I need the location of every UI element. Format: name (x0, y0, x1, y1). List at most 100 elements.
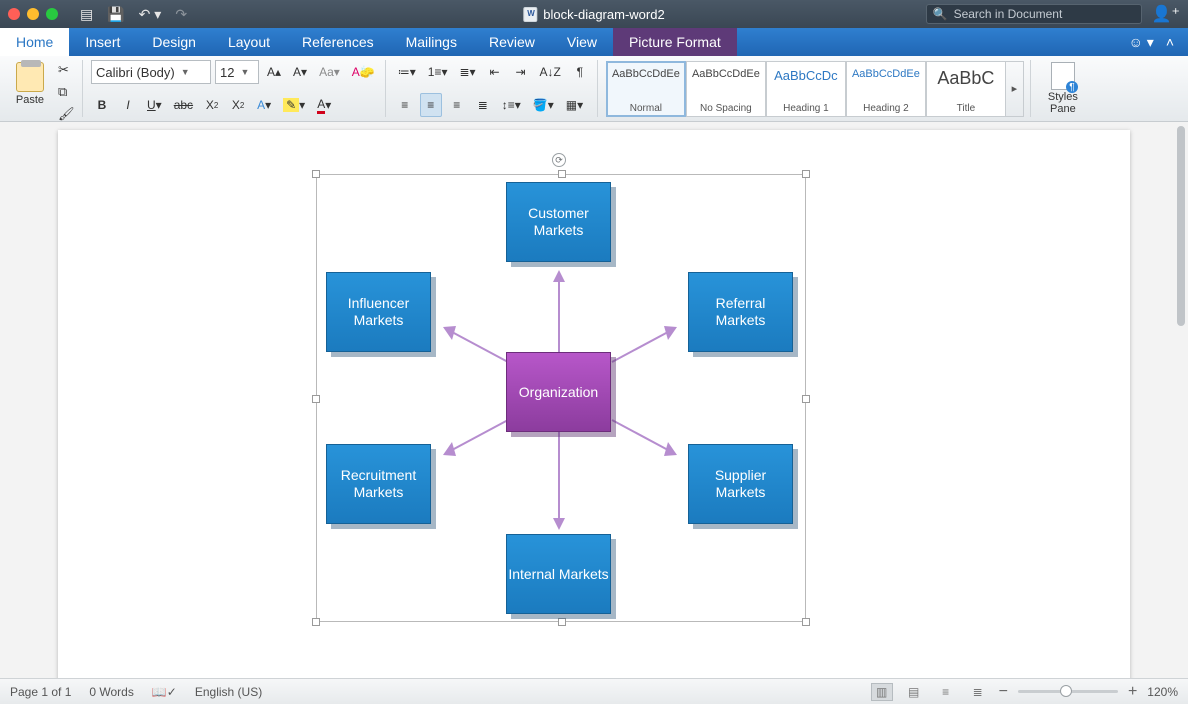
font-color-button[interactable]: A▾ (313, 93, 335, 117)
paste-label: Paste (16, 94, 44, 106)
strikethrough-button[interactable]: abc (170, 93, 197, 117)
spellcheck-icon[interactable]: 📖✓ (152, 685, 177, 699)
italic-button[interactable]: I (117, 93, 139, 117)
word-count[interactable]: 0 Words (89, 685, 133, 699)
style-heading-2[interactable]: AaBbCcDdEeHeading 2 (846, 61, 926, 117)
scroll-thumb[interactable] (1177, 126, 1185, 326)
document-workspace[interactable]: ⟳ Organization Custom (0, 122, 1188, 678)
multilevel-list-button[interactable]: ≣▾ (455, 60, 479, 84)
align-center-button[interactable]: ≡ (420, 93, 442, 117)
feedback-icon[interactable]: ☺ ▾ (1129, 34, 1154, 51)
maximize-window-button[interactable] (46, 8, 58, 20)
handle-s[interactable] (558, 618, 566, 626)
tab-references[interactable]: References (286, 28, 390, 56)
new-doc-icon[interactable]: ▤ (80, 6, 93, 23)
handle-n[interactable] (558, 170, 566, 178)
line-spacing-button[interactable]: ↕≡▾ (498, 93, 525, 117)
style-normal[interactable]: AaBbCcDdEeNormal (606, 61, 686, 117)
zoom-level[interactable]: 120% (1147, 685, 1178, 699)
tab-insert[interactable]: Insert (69, 28, 136, 56)
bold-button[interactable]: B (91, 93, 113, 117)
style-heading-1[interactable]: AaBbCcDcHeading 1 (766, 61, 846, 117)
font-name-combo[interactable]: Calibri (Body)▼ (91, 60, 211, 84)
show-marks-button[interactable]: ¶ (569, 60, 591, 84)
bullets-button[interactable]: ≔▾ (394, 60, 420, 84)
change-case-button[interactable]: Aa▾ (315, 60, 344, 84)
print-layout-view-button[interactable]: ▥ (871, 683, 893, 701)
font-size-combo[interactable]: 12▼ (215, 60, 259, 84)
rotate-handle[interactable]: ⟳ (552, 153, 566, 167)
handle-e[interactable] (802, 395, 810, 403)
style-title[interactable]: AaBbCTitle (926, 61, 1006, 117)
align-right-button[interactable]: ≡ (446, 93, 468, 117)
node-organization[interactable]: Organization (506, 352, 611, 432)
share-icon[interactable]: 👤⁺ (1152, 4, 1180, 24)
subscript-button[interactable]: X2 (201, 93, 223, 117)
clear-formatting-button[interactable]: A🧽 (348, 60, 379, 84)
styles-pane-icon: ¶ (1051, 62, 1075, 90)
align-left-button[interactable]: ≡ (394, 93, 416, 117)
numbering-button[interactable]: 1≡▾ (424, 60, 452, 84)
tab-review[interactable]: Review (473, 28, 551, 56)
borders-button[interactable]: ▦▾ (562, 93, 587, 117)
document-page[interactable]: ⟳ Organization Custom (58, 130, 1130, 678)
justify-button[interactable]: ≣ (472, 93, 494, 117)
node-influencer-markets[interactable]: Influencer Markets (326, 272, 431, 352)
language-indicator[interactable]: English (US) (195, 685, 262, 699)
search-placeholder: Search in Document (954, 7, 1063, 21)
increase-indent-button[interactable]: ⇥ (510, 60, 532, 84)
highlight-button[interactable]: ✎▾ (279, 93, 309, 117)
underline-button[interactable]: U▾ (143, 93, 166, 117)
tab-view[interactable]: View (551, 28, 613, 56)
styles-pane-button[interactable]: ¶ Styles Pane (1039, 60, 1087, 115)
outline-view-button[interactable]: ≡ (935, 683, 957, 701)
search-document-field[interactable]: 🔍 Search in Document (926, 4, 1142, 24)
tab-picture-format[interactable]: Picture Format (613, 28, 737, 56)
handle-ne[interactable] (802, 170, 810, 178)
page-indicator[interactable]: Page 1 of 1 (10, 685, 71, 699)
text-effects-button[interactable]: A▾ (253, 93, 275, 117)
format-painter-icon[interactable]: 🖌 (58, 106, 76, 122)
sort-button[interactable]: A↓Z (536, 60, 565, 84)
group-paragraph: ≔▾ 1≡▾ ≣▾ ⇤ ⇥ A↓Z ¶ ≡ ≡ ≡ ≣ ↕≡▾ 🪣▾ ▦▾ (392, 60, 598, 117)
titlebar: ▤ 💾 ↶ ▾ ↷ block-diagram-word2 🔍 Search i… (0, 0, 1188, 28)
shading-button[interactable]: 🪣▾ (529, 93, 558, 117)
styles-more-button[interactable]: ▸ (1006, 61, 1024, 117)
handle-se[interactable] (802, 618, 810, 626)
draft-view-button[interactable]: ≣ (967, 683, 989, 701)
zoom-in-button[interactable]: + (1128, 683, 1137, 701)
web-layout-view-button[interactable]: ▤ (903, 683, 925, 701)
zoom-slider[interactable] (1018, 690, 1118, 693)
tab-layout[interactable]: Layout (212, 28, 286, 56)
zoom-out-button[interactable]: − (999, 683, 1008, 701)
shrink-font-button[interactable]: A▾ (289, 60, 311, 84)
minimize-window-button[interactable] (27, 8, 39, 20)
tab-home[interactable]: Home (0, 28, 69, 56)
node-referral-markets[interactable]: Referral Markets (688, 272, 793, 352)
vertical-scrollbar[interactable] (1174, 122, 1186, 678)
node-recruitment-markets[interactable]: Recruitment Markets (326, 444, 431, 524)
handle-sw[interactable] (312, 618, 320, 626)
handle-nw[interactable] (312, 170, 320, 178)
close-window-button[interactable] (8, 8, 20, 20)
ribbon-toggle-icon[interactable]: ˄ (1166, 34, 1174, 50)
superscript-button[interactable]: X2 (227, 93, 249, 117)
zoom-knob[interactable] (1060, 685, 1072, 697)
paste-button[interactable]: Paste (8, 60, 52, 117)
ribbon-tabs: Home Insert Design Layout References Mai… (0, 28, 1188, 56)
node-internal-markets[interactable]: Internal Markets (506, 534, 611, 614)
undo-icon[interactable]: ↶ ▾ (139, 6, 162, 23)
handle-w[interactable] (312, 395, 320, 403)
style-no-spacing[interactable]: AaBbCcDdEeNo Spacing (686, 61, 766, 117)
redo-icon[interactable]: ↷ (175, 6, 187, 23)
tab-mailings[interactable]: Mailings (390, 28, 473, 56)
node-customer-markets[interactable]: Customer Markets (506, 182, 611, 262)
cut-icon[interactable]: ✂︎ (58, 62, 76, 78)
copy-icon[interactable]: ⧉ (58, 84, 76, 100)
node-supplier-markets[interactable]: Supplier Markets (688, 444, 793, 524)
grow-font-button[interactable]: A▴ (263, 60, 285, 84)
tab-design[interactable]: Design (136, 28, 212, 56)
save-icon[interactable]: 💾 (107, 6, 124, 23)
paste-icon (16, 62, 44, 92)
decrease-indent-button[interactable]: ⇤ (484, 60, 506, 84)
